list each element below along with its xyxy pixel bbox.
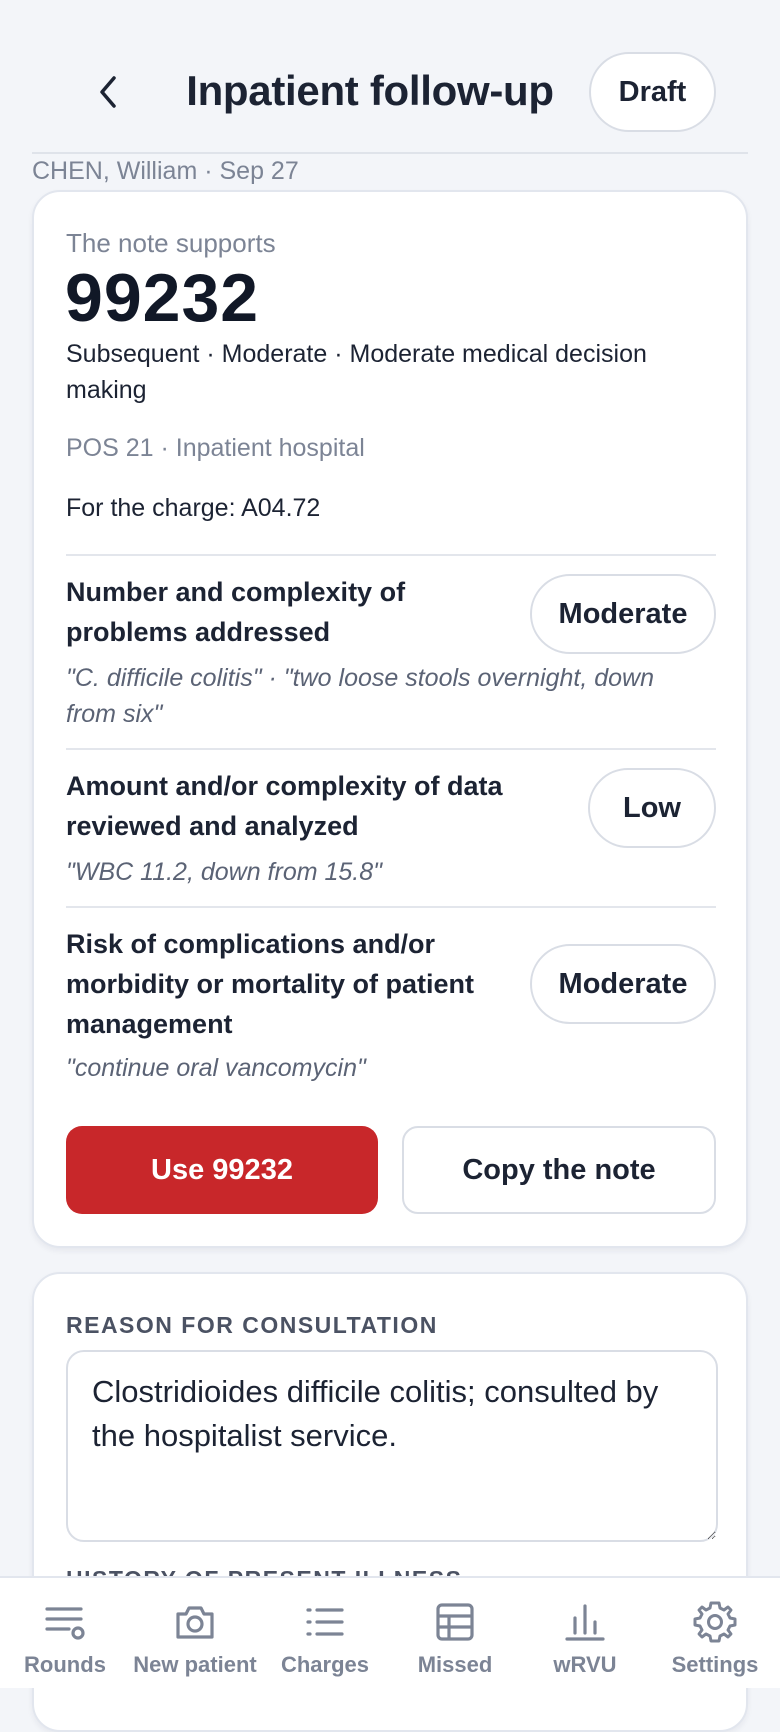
mdm-data-quote: "WBC 11.2, down from 15.8"	[66, 858, 383, 886]
divider	[66, 554, 716, 556]
reason-textarea[interactable]: Clostridioides difficile colitis; consul…	[66, 1350, 718, 1542]
code-summary-card: The note supports 99232 Subsequent · Mod…	[32, 190, 748, 1248]
copy-note-button[interactable]: Copy the note	[402, 1126, 716, 1214]
nav-item-wrvu[interactable]: wRVU	[520, 1578, 650, 1690]
header-divider	[32, 152, 748, 154]
mdm-problems-level[interactable]: Moderate	[530, 574, 716, 654]
header: Inpatient follow-up Draft	[0, 0, 780, 154]
list-icon	[303, 1600, 347, 1644]
reason-section-label: REASON FOR CONSULTATION	[66, 1312, 438, 1338]
charge-diagnosis: For the charge: A04.72	[66, 494, 321, 522]
mdm-data-title: Amount and/or complexity of data reviewe…	[66, 771, 503, 841]
place-of-service: POS 21 · Inpatient hospital	[66, 434, 365, 462]
back-button[interactable]	[84, 64, 132, 120]
table-icon	[433, 1600, 477, 1644]
mdm-risk-title: Risk of complications and/or morbidity o…	[66, 929, 475, 1039]
nav-item-settings[interactable]: Settings	[650, 1578, 780, 1690]
nav-label-rounds: Rounds	[24, 1652, 106, 1677]
mdm-risk-quote: "continue oral vancomycin"	[66, 1054, 366, 1082]
nav-label-settings: Settings	[671, 1652, 759, 1677]
nav-item-missed[interactable]: Missed	[390, 1578, 520, 1690]
nav-label-charges: Charges	[280, 1652, 370, 1677]
mdm-risk-level[interactable]: Moderate	[530, 944, 716, 1024]
supports-label: The note supports	[66, 228, 276, 258]
bottom-nav: Rounds New patient Charges Missed wRVU S…	[0, 1576, 780, 1688]
nav-label-new-patient: New patient	[133, 1652, 257, 1677]
gear-icon	[693, 1600, 737, 1644]
bar-chart-icon	[563, 1600, 607, 1644]
mdm-data-level[interactable]: Low	[588, 768, 716, 848]
draft-status-button[interactable]: Draft	[589, 52, 716, 132]
rounds-icon	[43, 1600, 87, 1644]
nav-item-new-patient[interactable]: New patient	[130, 1578, 260, 1690]
nav-item-charges[interactable]: Charges	[260, 1578, 390, 1690]
mdm-problems-title: Number and complexity of problems addres…	[66, 577, 406, 647]
divider	[66, 906, 716, 908]
code-description: Subsequent · Moderate · Moderate medical…	[66, 340, 647, 404]
nav-label-wrvu: wRVU	[553, 1652, 617, 1677]
page-title: Inpatient follow-up	[186, 67, 554, 114]
nav-label-missed: Missed	[417, 1652, 493, 1677]
patient-info: CHEN, William · Sep 27	[32, 157, 299, 185]
billing-code: 99232	[65, 260, 260, 336]
divider	[66, 748, 716, 750]
mdm-problems-quote: "C. difficile colitis" · "two loose stoo…	[66, 664, 654, 728]
nav-item-rounds[interactable]: Rounds	[0, 1578, 130, 1690]
use-code-button[interactable]: Use 99232	[66, 1126, 378, 1214]
chevron-left-icon	[100, 76, 116, 108]
camera-icon	[173, 1600, 217, 1644]
